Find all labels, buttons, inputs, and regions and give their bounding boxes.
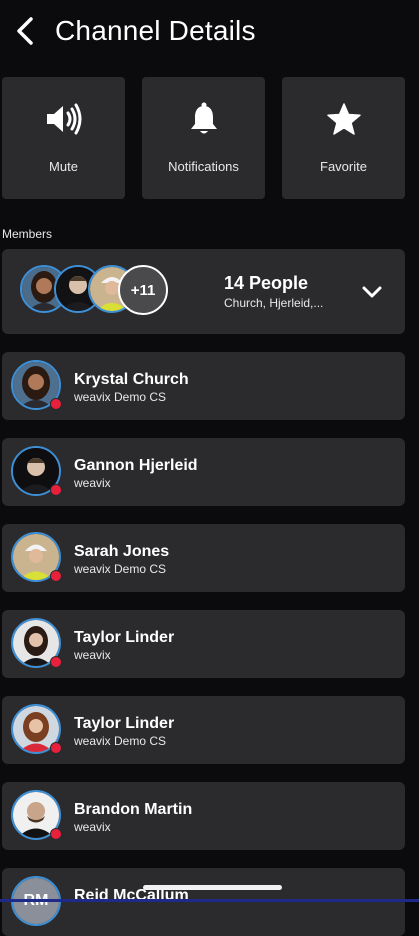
action-tiles: Mute Notifications Favorite <box>2 77 419 199</box>
more-members-badge: +11 <box>118 265 168 315</box>
mute-button[interactable]: Mute <box>2 77 125 199</box>
member-name: Taylor Linder <box>74 629 175 646</box>
member-row[interactable]: Taylor Linder weavix <box>2 610 405 678</box>
member-organization: weavix Demo CS <box>74 562 167 576</box>
page-title: Channel Details <box>55 15 256 46</box>
member-organization: weavix <box>74 820 111 834</box>
members-summary[interactable]: +11 14 People Church, Hjerleid,... <box>2 249 405 334</box>
member-row[interactable]: RM Reid McCallum <box>2 868 405 936</box>
status-indicator <box>50 484 62 496</box>
chevron-down-icon <box>362 286 382 298</box>
status-indicator <box>50 398 62 410</box>
status-indicator <box>50 828 62 840</box>
notifications-label: Notifications <box>168 159 239 174</box>
members-section-label: Members <box>2 227 53 241</box>
notifications-button[interactable]: Notifications <box>142 77 265 199</box>
expand-button[interactable] <box>359 279 385 305</box>
member-name: Brandon Martin <box>74 801 193 818</box>
members-preview: Church, Hjerleid,... <box>224 296 324 310</box>
status-indicator <box>50 742 62 754</box>
member-row[interactable]: Sarah Jones weavix Demo CS <box>2 524 405 592</box>
favorite-button[interactable]: Favorite <box>282 77 405 199</box>
member-row[interactable]: Taylor Linder weavix Demo CS <box>2 696 405 764</box>
members-count: 14 People <box>224 273 309 293</box>
speaker-volume-icon <box>46 103 81 135</box>
member-name: Taylor Linder <box>74 715 175 732</box>
chevron-left-icon <box>17 17 33 45</box>
bell-icon <box>190 102 217 134</box>
status-indicator <box>50 656 62 668</box>
status-indicator <box>50 570 62 582</box>
member-name: Sarah Jones <box>74 543 170 560</box>
member-name: Gannon Hjerleid <box>74 457 198 474</box>
member-organization: weavix Demo CS <box>74 390 167 404</box>
member-organization: weavix Demo CS <box>74 734 167 748</box>
member-row[interactable]: Gannon Hjerleid weavix <box>2 438 405 506</box>
member-row[interactable]: Krystal Church weavix Demo CS <box>2 352 405 420</box>
mute-label: Mute <box>49 159 78 174</box>
member-organization: weavix <box>74 648 111 662</box>
member-row[interactable]: Brandon Martin weavix <box>2 782 405 850</box>
back-button[interactable] <box>10 14 40 48</box>
member-organization: weavix <box>74 476 111 490</box>
member-name: Krystal Church <box>74 371 189 388</box>
favorite-label: Favorite <box>320 159 367 174</box>
home-indicator <box>143 885 282 890</box>
header: Channel Details <box>0 0 419 70</box>
star-icon <box>326 103 361 135</box>
